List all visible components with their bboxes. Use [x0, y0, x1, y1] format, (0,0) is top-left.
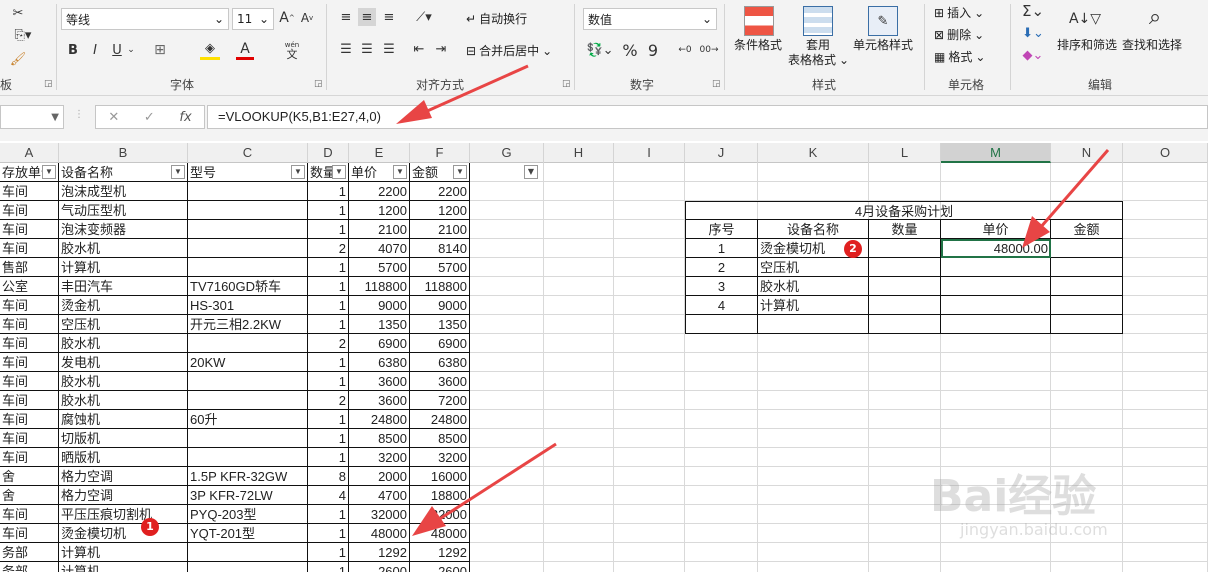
arrow-to-source	[412, 442, 557, 536]
watermark-main: Bai经验	[930, 471, 1097, 522]
badge-one: 1	[141, 518, 159, 536]
arrow-to-formula	[396, 64, 529, 124]
badge-two: 2	[844, 240, 862, 258]
watermark-sub: jingyan.baidu.com	[960, 520, 1108, 539]
arrow-to-result	[1022, 149, 1110, 248]
